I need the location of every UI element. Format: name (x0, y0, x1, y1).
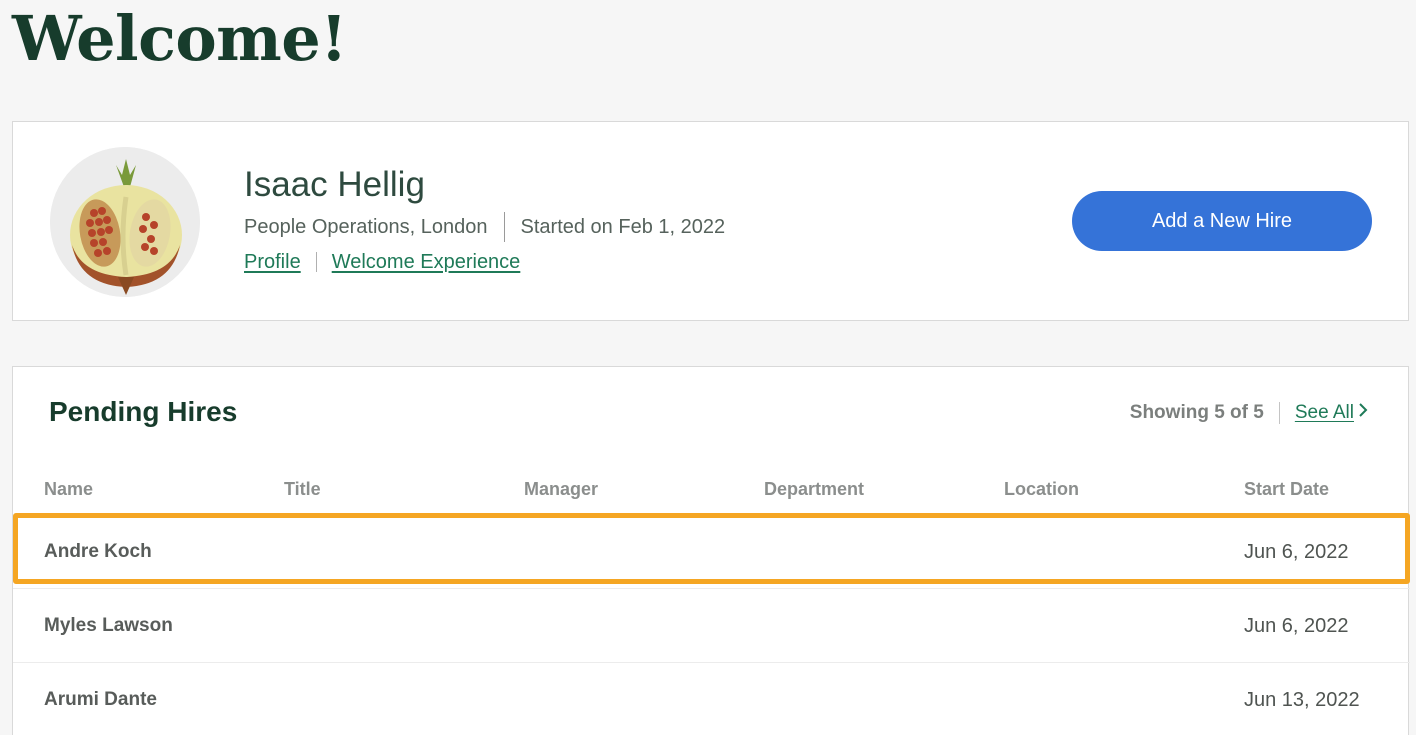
welcome-experience-link[interactable]: Welcome Experience (332, 248, 521, 276)
profile-link[interactable]: Profile (244, 248, 301, 276)
hire-name: Arumi Dante (44, 689, 157, 710)
pending-hires-card: Pending Hires Showing 5 of 5 See All Nam… (12, 366, 1410, 735)
start-date-text: Started on Feb 1, 2022 (520, 216, 726, 238)
page-title: Welcome! (12, 2, 347, 75)
hire-start-date: Jun 13, 2022 (1244, 689, 1360, 711)
showing-count: Showing 5 of 5 (1129, 402, 1264, 423)
chevron-right-icon[interactable] (1358, 400, 1368, 426)
profile-card: Isaac Hellig People Operations, London S… (12, 121, 1409, 321)
table-row[interactable]: Myles Lawson Jun 6, 2022 (13, 589, 1410, 663)
table-row[interactable]: Andre Koch Jun 6, 2022 (13, 515, 1410, 589)
hire-start-date: Jun 6, 2022 (1244, 615, 1349, 637)
profile-links: Profile Welcome Experience (244, 248, 520, 276)
see-all-link[interactable]: See All (1295, 400, 1354, 426)
column-header-department[interactable]: Department (764, 477, 864, 501)
column-header-name[interactable]: Name (44, 477, 93, 501)
department-location: People Operations, London (244, 216, 488, 238)
column-header-title[interactable]: Title (284, 477, 321, 501)
hire-name: Myles Lawson (44, 615, 173, 636)
column-header-start-date[interactable]: Start Date (1244, 477, 1329, 501)
showing-summary: Showing 5 of 5 See All (1130, 400, 1368, 426)
table-row[interactable]: Arumi Dante Jun 13, 2022 (13, 663, 1410, 735)
column-header-manager[interactable]: Manager (524, 477, 598, 501)
person-name: Isaac Hellig (244, 165, 425, 204)
avatar[interactable] (50, 147, 200, 297)
column-header-location[interactable]: Location (1004, 477, 1079, 501)
hire-name: Andre Koch (44, 541, 152, 562)
hire-start-date: Jun 6, 2022 (1244, 541, 1349, 563)
pomegranate-icon (50, 147, 200, 297)
divider (1278, 402, 1280, 424)
add-new-hire-button[interactable]: Add a New Hire (1072, 191, 1372, 251)
profile-meta: People Operations, London Started on Feb… (244, 212, 725, 242)
divider (503, 212, 505, 242)
divider (315, 252, 317, 272)
section-title: Pending Hires (49, 396, 238, 427)
